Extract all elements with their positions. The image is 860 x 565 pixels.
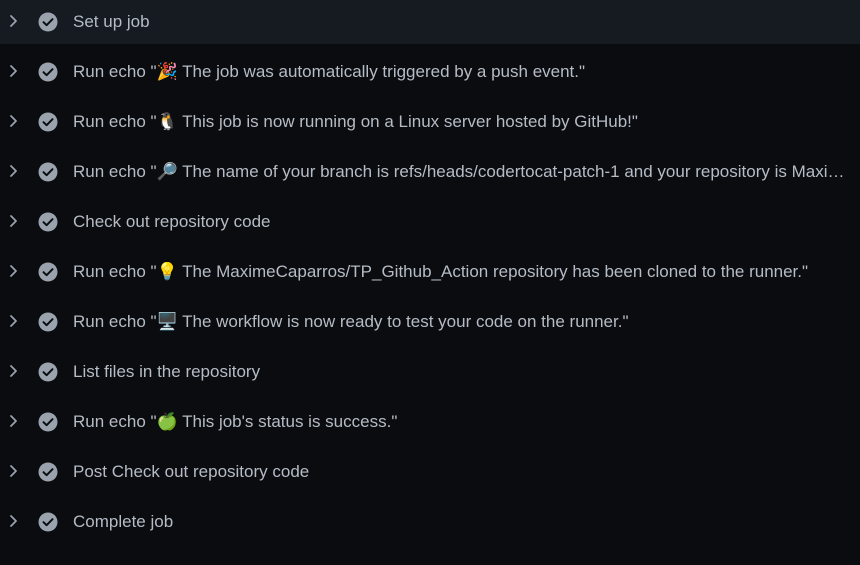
step-row[interactable]: Run echo "🔎 The name of your branch is r… xyxy=(0,150,860,194)
check-circle-icon xyxy=(38,162,58,182)
check-circle-icon xyxy=(38,12,58,32)
check-circle-icon xyxy=(38,62,58,82)
step-label: Run echo "🐧 This job is now running on a… xyxy=(73,112,638,131)
chevron-right-icon[interactable] xyxy=(8,64,20,78)
step-row[interactable]: Run echo "🐧 This job is now running on a… xyxy=(0,100,860,144)
check-circle-icon xyxy=(38,212,58,232)
step-label: Run echo "🍏 This job's status is success… xyxy=(73,412,398,431)
chevron-right-icon[interactable] xyxy=(8,264,20,278)
step-row[interactable]: Complete job xyxy=(0,500,860,544)
chevron-right-icon[interactable] xyxy=(8,164,20,178)
step-row[interactable]: Run echo "🍏 This job's status is success… xyxy=(0,400,860,444)
chevron-right-icon[interactable] xyxy=(8,414,20,428)
step-row[interactable]: Run echo "🖥️ The workflow is now ready t… xyxy=(0,300,860,344)
step-row[interactable]: Run echo "💡 The MaximeCaparros/TP_Github… xyxy=(0,250,860,294)
chevron-right-icon[interactable] xyxy=(8,514,20,528)
check-circle-icon xyxy=(38,412,58,432)
check-circle-icon xyxy=(38,362,58,382)
chevron-right-icon[interactable] xyxy=(8,14,20,28)
step-row[interactable]: Check out repository code xyxy=(0,200,860,244)
chevron-right-icon[interactable] xyxy=(8,464,20,478)
step-label: Complete job xyxy=(73,512,174,531)
step-label: Run echo "🎉 The job was automatically tr… xyxy=(73,62,586,81)
check-circle-icon xyxy=(38,262,58,282)
check-circle-icon xyxy=(38,112,58,132)
job-steps-list: Set up job Run echo "🎉 The job was autom… xyxy=(0,0,860,565)
step-label: Run echo "🔎 The name of your branch is r… xyxy=(73,162,845,181)
step-label: Run echo "💡 The MaximeCaparros/TP_Github… xyxy=(73,262,809,281)
step-label: Run echo "🖥️ The workflow is now ready t… xyxy=(73,312,629,331)
check-circle-icon xyxy=(38,462,58,482)
step-label: Post Check out repository code xyxy=(73,462,310,481)
step-row[interactable]: Set up job xyxy=(0,0,860,44)
check-circle-icon xyxy=(38,512,58,532)
step-row[interactable]: Post Check out repository code xyxy=(0,450,860,494)
chevron-right-icon[interactable] xyxy=(8,314,20,328)
step-label: Check out repository code xyxy=(73,212,271,231)
chevron-right-icon[interactable] xyxy=(8,114,20,128)
step-label: List files in the repository xyxy=(73,362,261,381)
chevron-right-icon[interactable] xyxy=(8,214,20,228)
chevron-right-icon[interactable] xyxy=(8,364,20,378)
check-circle-icon xyxy=(38,312,58,332)
step-label: Set up job xyxy=(73,12,150,31)
step-row[interactable]: List files in the repository xyxy=(0,350,860,394)
step-row[interactable]: Run echo "🎉 The job was automatically tr… xyxy=(0,50,860,94)
